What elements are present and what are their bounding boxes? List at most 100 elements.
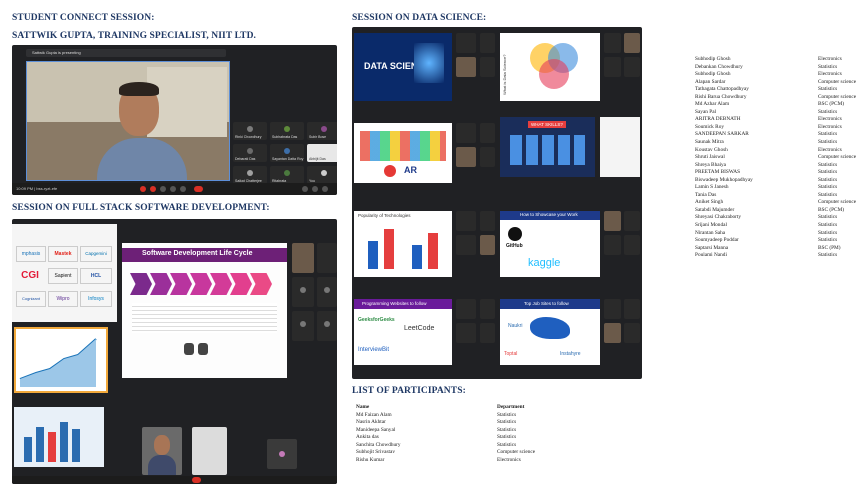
chat-icon[interactable]: [322, 186, 328, 192]
programming-sites-slide: Programming Websites to follow GeeksforG…: [354, 299, 452, 365]
participant-name: Saptarsi Manna: [695, 244, 729, 251]
participant-department: Computer science: [818, 154, 857, 161]
participant-department: Computer science: [818, 199, 857, 206]
participant-name: Shreya Bhaiya: [695, 161, 727, 168]
participant-department: Statistics: [818, 191, 838, 198]
speaker-heading: SATTWIK GUPTA, TRAINING SPECIALIST, NIIT…: [12, 31, 257, 41]
participant-department: Computer science: [818, 93, 857, 100]
participant-department: Statistics: [818, 63, 838, 70]
participant-name: Satabdi Majumder: [695, 206, 735, 213]
present-icon[interactable]: [170, 186, 176, 192]
table-row: Subhojit Srivastav Computer science: [356, 449, 536, 456]
participant-department: BSC (PM): [818, 244, 841, 251]
table-row: Tathagata Chattopadhyay Statistics: [695, 86, 856, 94]
showcase-slide: How to Showcase your Work GitHub kaggle: [500, 211, 600, 277]
participant-name: Alapan Sardar: [695, 78, 726, 85]
table-row: Lamin S Janesh Statistics: [695, 184, 856, 192]
meet-toolbar: 10:09 PM | bss-ryzt-efe: [12, 183, 337, 195]
more-icon[interactable]: [180, 186, 186, 192]
table-row: Satabdi Majumder BSC (PCM): [695, 207, 856, 215]
table-row: Koustav Ghosh Electronics: [695, 147, 856, 155]
participant-name: Sayan Pal: [695, 108, 717, 115]
participant-name: Subhodip Ghosh: [695, 56, 731, 62]
info-icon[interactable]: [302, 186, 308, 192]
data-science-slide: DATA SCIENCE: [354, 33, 452, 101]
participant-tile: Debarati Das: [233, 144, 267, 162]
captions-icon[interactable]: [160, 186, 166, 192]
participant-name: Tathagata Chattopadhyay: [695, 86, 749, 93]
participant-tile: Abhijit Das: [307, 144, 337, 162]
participant-name: Subhodip Ghosh: [695, 71, 731, 78]
camera-icon[interactable]: [150, 186, 156, 192]
table-row: Manideepa Sanyal Statistics: [356, 426, 517, 433]
participant-name: Poulami Nandi: [695, 252, 727, 259]
participant-department: Electronics: [818, 116, 842, 123]
table-row: Shruti Jaiswal Computer science: [695, 154, 856, 162]
table-row: Subhodip Ghosh Electronics: [695, 56, 856, 64]
participant-name: Md Azhar Alam: [695, 101, 730, 108]
presenter-video: [142, 427, 182, 475]
company-logos-panel: mphasis Mastek Capgemini CGI Sapient HCL…: [12, 224, 117, 322]
table-row: Sanchita Chowdhury Statistics: [356, 441, 517, 448]
speaker-video: [26, 61, 230, 181]
participant-name: PREETAM BISWAS: [695, 169, 741, 176]
participant-department: Electronics: [818, 123, 842, 130]
participant-department: Statistics: [818, 108, 838, 115]
table-row: Soumyadeep Poddar Statistics: [695, 237, 856, 245]
participant-name: Koustav Ghosh: [695, 146, 728, 153]
hangup-icon[interactable]: [194, 186, 203, 192]
table-row: PREETAM BISWAS Statistics: [695, 169, 856, 177]
participant-department: Statistics: [818, 229, 838, 236]
participant-department: Statistics: [818, 176, 838, 183]
participant-tile: Rinki Chowdhury: [233, 122, 267, 140]
participant-tile: Sayantan Datta Roy: [270, 144, 304, 162]
sdlc-title-bar: Software Development Life Cycle: [122, 248, 287, 262]
table-row: Sayan Pal Statistics: [695, 109, 856, 117]
table-row: Rishu Kumar Electronics: [356, 456, 521, 463]
data-science-heading: SESSION ON DATA SCIENCE:: [352, 13, 487, 23]
popularity-slide: Popularity of Technologies: [354, 211, 452, 277]
tools-slide: AR: [354, 123, 452, 183]
participant-department: Computer science: [818, 78, 857, 85]
participant-department: Statistics: [818, 222, 838, 229]
chart-slide: [14, 327, 108, 393]
table-row: Biswadeep Mukhopadhyay Statistics: [695, 177, 856, 185]
database-icon: [198, 343, 208, 355]
table-row: Md Azhar Alam BSC (PCM): [695, 101, 856, 109]
participant-department: BSC (PCM): [818, 206, 845, 213]
participant-name: Srijani Mondal: [695, 222, 727, 229]
table-row: Saunak Mitra Statistics: [695, 139, 856, 147]
participant-tile: Subir Bose: [307, 122, 337, 140]
job-sites-slide: Top Job Sites to follow Naukri Toptal In…: [500, 299, 600, 365]
participant-department: Statistics: [818, 184, 838, 191]
participant-name: Soumyadeep Poddar: [695, 237, 739, 244]
what-is-data-science-slide: What is Data Science?: [500, 33, 600, 101]
meet-screenshot-data-science: DATA SCIENCE What is Data Science? AR WH…: [352, 27, 642, 379]
participant-tile: You: [307, 166, 337, 184]
participant-name: Shreyasi Chakraborty: [695, 214, 742, 221]
full-stack-heading: SESSION ON FULL STACK SOFTWARE DEVELOPME…: [12, 203, 270, 213]
table-row: Saptarsi Manna BSC (PM): [695, 245, 856, 253]
table-row: Tania Das Statistics: [695, 192, 856, 200]
table-row: Shreyasi Chakraborty Statistics: [695, 214, 856, 222]
participant-department: Statistics: [818, 86, 838, 93]
participants-table-bottom: Name Department Md Faizan Alam Statistics …: [356, 404, 535, 464]
participant-name: Biswadeep Mukhopadhyay: [695, 176, 753, 183]
mic-icon[interactable]: [140, 186, 146, 192]
meet-toolbar: [12, 476, 337, 484]
people-icon[interactable]: [312, 186, 318, 192]
table-row: Soumick Roy Electronics: [695, 124, 856, 132]
table-header: Name Department: [356, 404, 525, 410]
participant-name: ARITRA DEBNATH: [695, 116, 741, 123]
table-row: ARITRA DEBNATH Electronics: [695, 116, 856, 124]
participants-heading: LIST OF PARTICIPANTS:: [352, 386, 466, 396]
participant-tile: Subhabrata Das: [270, 122, 304, 140]
meet-screenshot-full-stack: mphasis Mastek Capgemini CGI Sapient HCL…: [12, 219, 337, 484]
table-row: Nirantan Saha Statistics: [695, 230, 856, 238]
participant-name: Nirantan Saha: [695, 229, 726, 236]
participant-department: Statistics: [818, 214, 838, 221]
table-row: Nasrin Akhtar Statistics: [356, 419, 517, 426]
participant-department: Electronics: [818, 56, 842, 62]
growth-chart-icon: [19, 338, 97, 387]
table-row: Shreya Bhaiya Statistics: [695, 162, 856, 170]
